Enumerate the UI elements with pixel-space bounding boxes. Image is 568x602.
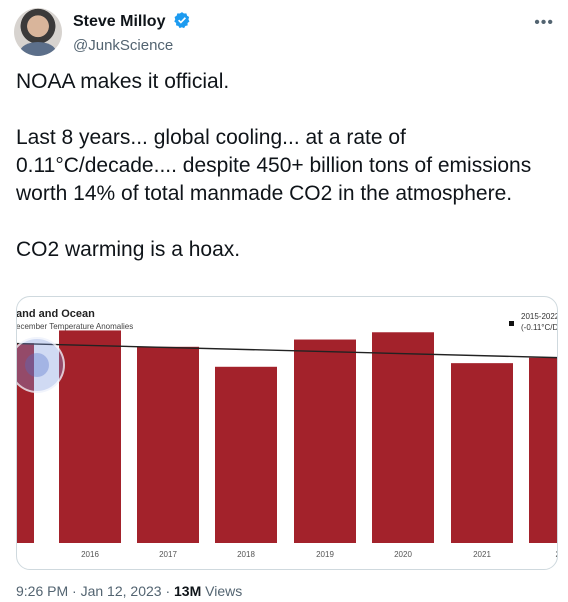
meta-separator: · — [72, 583, 77, 599]
views-count[interactable]: 13M — [174, 583, 201, 599]
legend-label: 2015-2022 — [521, 312, 558, 321]
meta-separator: · — [165, 583, 171, 599]
x-tick-label: 2016 — [81, 550, 99, 559]
tweet-date[interactable]: Jan 12, 2023 — [81, 583, 162, 599]
author-block: Steve Milloy @JunkScience — [73, 11, 191, 54]
views-label: Views — [205, 583, 243, 599]
bar-2017 — [137, 346, 199, 543]
legend-label-rate: (-0.11°C/D — [521, 323, 558, 332]
avatar[interactable] — [14, 8, 62, 56]
tweet-time[interactable]: 9:26 PM — [16, 583, 68, 599]
tweet-paragraph: NOAA makes it official. — [16, 70, 230, 93]
tweet-media-chart[interactable]: 520162017201820192020202120 and and Ocea… — [16, 296, 558, 570]
tweet-paragraph: CO2 warming is a hoax. — [16, 238, 241, 261]
bar-2020 — [372, 332, 434, 543]
verified-badge-icon — [173, 11, 191, 34]
ellipsis-icon[interactable]: ••• — [534, 14, 554, 32]
author-name[interactable]: Steve Milloy — [73, 13, 165, 30]
tweet-paragraph: Last 8 years... global cooling... at a r… — [16, 126, 532, 205]
bar-2016 — [59, 330, 121, 543]
bar-chart: 520162017201820192020202120 — [17, 330, 558, 559]
x-tick-label: 2018 — [237, 550, 255, 559]
x-tick-label: 2019 — [316, 550, 334, 559]
chart-subtitle: ecember Temperature Anomalies — [16, 322, 134, 331]
tweet-text: NOAA makes it official. Last 8 years... … — [16, 68, 552, 264]
tweet-meta: 9:26 PM · Jan 12, 2023 · 13M Views — [16, 583, 242, 599]
x-tick-label: 2020 — [394, 550, 412, 559]
x-tick-label: 20 — [556, 550, 558, 559]
bar-2021 — [451, 363, 513, 543]
x-tick-label: 2017 — [159, 550, 177, 559]
x-tick-label: 2021 — [473, 550, 491, 559]
bar-2018 — [215, 366, 277, 543]
bar-2019 — [294, 339, 356, 543]
legend-marker — [509, 321, 514, 326]
chart-legend: 2015-2022 (-0.11°C/D — [509, 311, 558, 341]
chart-title: and and Ocean — [16, 308, 95, 320]
bar-2022 — [529, 357, 557, 543]
author-handle[interactable]: @JunkScience — [73, 37, 191, 54]
tweet-header: Steve Milloy @JunkScience ••• — [14, 8, 554, 58]
